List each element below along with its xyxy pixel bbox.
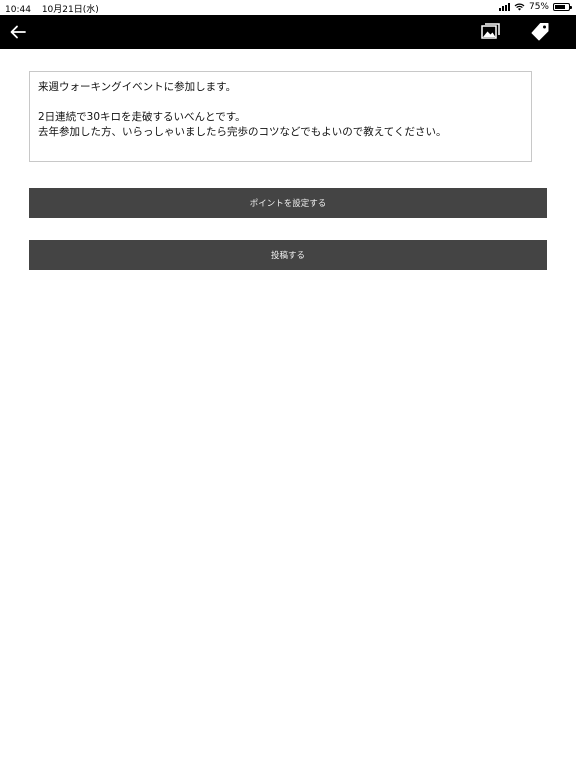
post-line: 去年参加した方、いらっしゃいましたら完歩のコツなどでもよいので教えてください。 — [38, 126, 447, 138]
post-line: 2日連続で30キロを走破するいべんとです。 — [38, 111, 246, 123]
post-line-blank — [38, 95, 523, 110]
status-right: 75% — [498, 2, 572, 12]
status-bar: 10:44 10月21日(水) 75% — [0, 0, 576, 15]
wifi-icon — [514, 3, 525, 11]
post-text-area[interactable]: 来週ウォーキングイベントに参加します。 2日連続で30キロを走破するいべんとです… — [29, 71, 532, 162]
cellular-signal-icon — [498, 3, 510, 11]
tag-icon — [531, 23, 549, 41]
add-tag-button[interactable] — [528, 20, 552, 44]
navigation-bar — [0, 15, 576, 49]
status-date: 10月21日(水) — [41, 5, 99, 15]
images-icon — [481, 23, 500, 39]
status-left: 10:44 10月21日(水) — [5, 2, 107, 15]
arrow-left-icon — [10, 25, 26, 39]
battery-percent: 75% — [528, 2, 549, 12]
battery-icon — [553, 3, 572, 11]
post-line: 来週ウォーキングイベントに参加します。 — [38, 81, 237, 93]
add-image-button[interactable] — [479, 20, 503, 44]
back-button[interactable] — [6, 20, 30, 44]
set-points-button[interactable]: ポイントを設定する — [29, 188, 547, 218]
battery-level — [555, 5, 565, 9]
status-time: 10:44 — [5, 5, 31, 15]
submit-post-button[interactable]: 投稿する — [29, 240, 547, 270]
